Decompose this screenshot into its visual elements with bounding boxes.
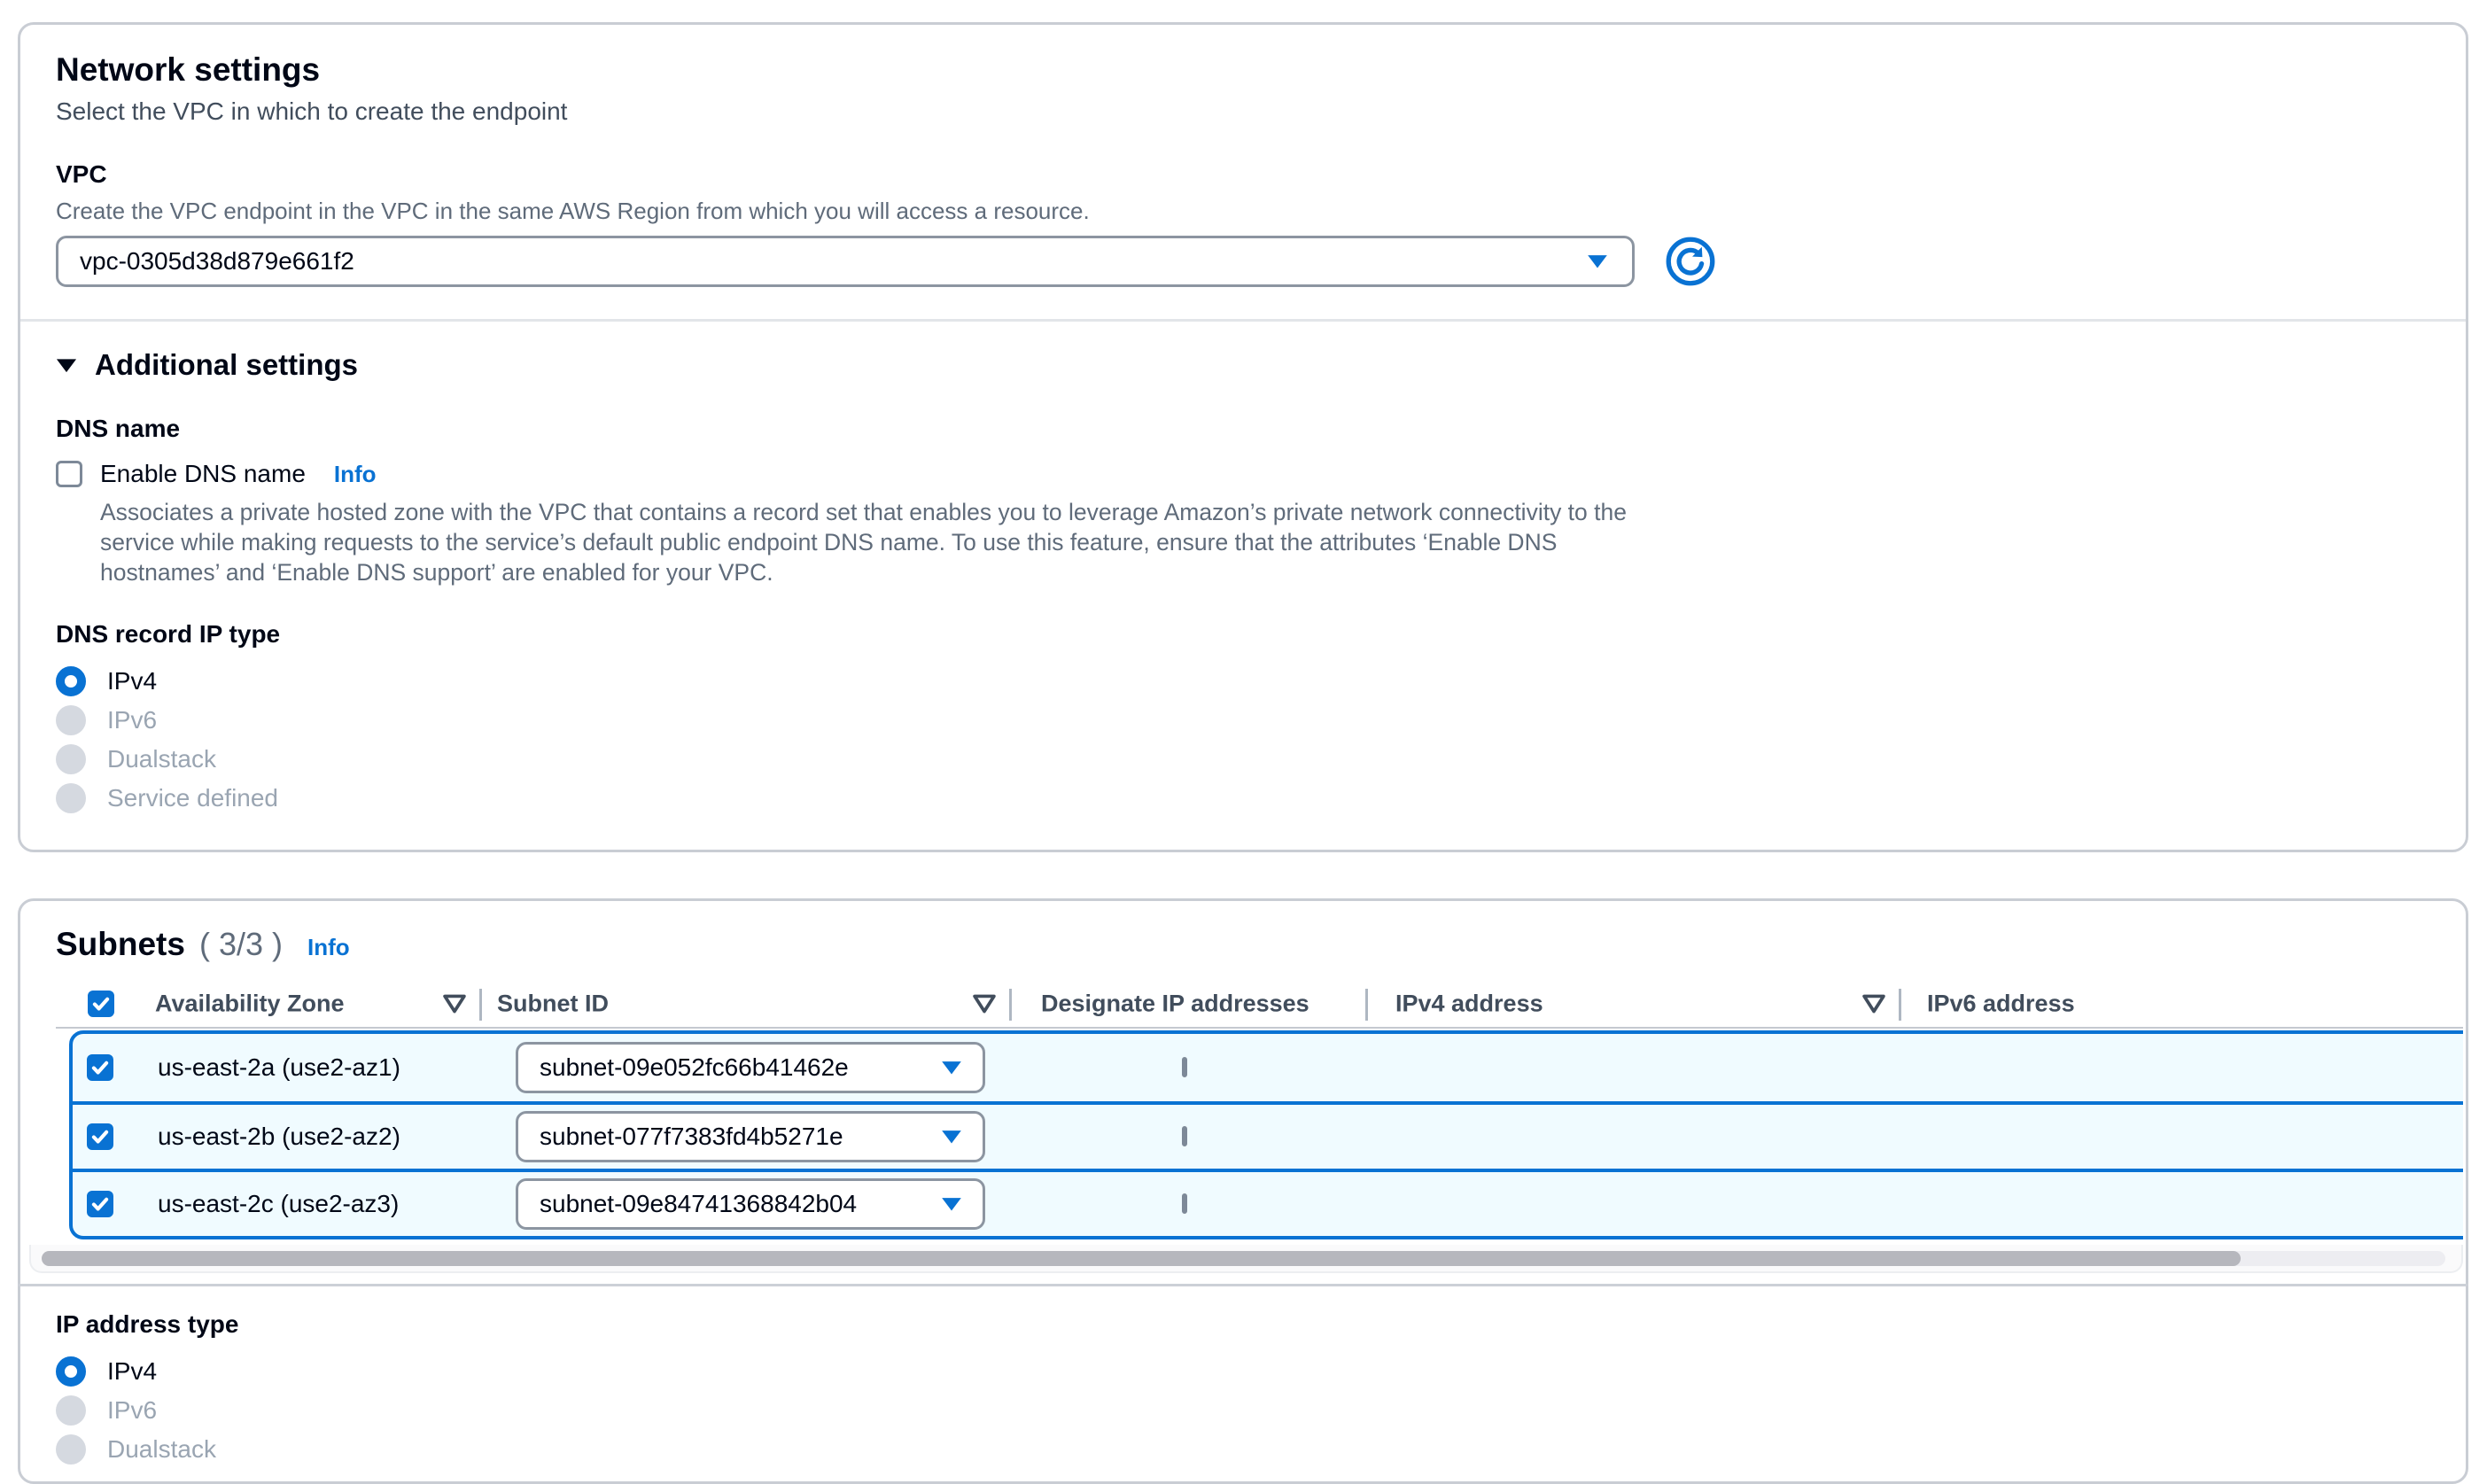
radio-row-ipv4: IPv4: [56, 1352, 2430, 1391]
col-designate-ip: Designate IP addresses: [1041, 991, 1309, 1018]
dns-name-info-link[interactable]: Info: [334, 461, 377, 488]
dns-name-description: Associates a private hosted zone with th…: [100, 497, 1642, 587]
vpc-select-row: vpc-0305d38d879e661f2: [56, 236, 2430, 287]
select-all-checkbox[interactable]: [88, 991, 114, 1017]
table-row: us-east-2b (use2-az2) subnet-077f7383fd4…: [73, 1101, 2463, 1169]
radio-ipv6: [56, 1395, 86, 1426]
radio-row-ipv6: IPv6: [56, 1391, 2430, 1430]
dns-record-ip-type-label: DNS record IP type: [56, 619, 2430, 649]
chevron-down-icon: [940, 1129, 963, 1145]
subnets-table-header: Availability Zone Subnet ID Designate IP…: [56, 981, 2463, 1029]
chevron-down-icon: [940, 1196, 963, 1212]
check-icon: [91, 1130, 109, 1145]
column-divider: [1365, 989, 1368, 1021]
filter-icon: [442, 992, 467, 1015]
column-divider: [1899, 989, 1901, 1021]
radio-row-service-defined: Service defined: [56, 779, 2430, 818]
radio-dualstack-label: Dualstack: [107, 1435, 216, 1464]
vpc-select[interactable]: vpc-0305d38d879e661f2: [56, 236, 1635, 287]
column-divider: [1009, 989, 1012, 1021]
radio-ipv4[interactable]: [56, 666, 86, 696]
availability-zone-value: us-east-2b (use2-az2): [158, 1123, 400, 1151]
subnet-id-select[interactable]: subnet-077f7383fd4b5271e: [516, 1111, 985, 1162]
ip-address-type-group: IPv4 IPv6 Dualstack: [56, 1352, 2430, 1469]
availability-zone-value: us-east-2a (use2-az1): [158, 1053, 400, 1082]
dns-name-label: DNS name: [56, 414, 2430, 444]
radio-dualstack: [56, 1434, 86, 1465]
radio-ipv4-label: IPv4: [107, 667, 157, 695]
radio-ipv4[interactable]: [56, 1356, 86, 1387]
chevron-down-icon: [1586, 253, 1609, 269]
column-divider: [479, 989, 482, 1021]
ip-address-type-label: IP address type: [56, 1309, 2430, 1340]
radio-ipv6-label: IPv6: [107, 1396, 157, 1425]
vpc-label: VPC: [56, 159, 2430, 190]
radio-ipv6-label: IPv6: [107, 706, 157, 734]
row-checkbox[interactable]: [87, 1123, 113, 1150]
scrollbar-track: [42, 1251, 2445, 1266]
section-divider: [20, 319, 2466, 322]
row-checkbox[interactable]: [87, 1054, 113, 1081]
filter-ipv4-address-button[interactable]: [1861, 991, 1888, 1016]
radio-service-defined: [56, 783, 86, 813]
filter-icon: [972, 992, 997, 1015]
subnet-id-select[interactable]: subnet-09e84741368842b04: [516, 1178, 985, 1230]
filter-icon: [1861, 992, 1886, 1015]
dns-record-ip-type-group: IPv4 IPv6 Dualstack Service defined: [56, 662, 2430, 818]
enable-dns-name-checkbox[interactable]: [56, 461, 82, 487]
radio-ipv4-label: IPv4: [107, 1357, 157, 1386]
subnet-id-select[interactable]: subnet-09e052fc66b41462e: [516, 1042, 985, 1093]
chevron-down-icon: [940, 1060, 963, 1076]
designate-ip-checkbox[interactable]: [1182, 1193, 1187, 1214]
enable-dns-name-label: Enable DNS name: [100, 460, 306, 488]
additional-settings-title: Additional settings: [95, 348, 358, 382]
radio-dualstack: [56, 744, 86, 774]
table-row: us-east-2a (use2-az1) subnet-09e052fc66b…: [73, 1034, 2463, 1101]
selected-rows-group: us-east-2a (use2-az1) subnet-09e052fc66b…: [69, 1030, 2463, 1239]
table-row: us-east-2c (use2-az3) subnet-09e84741368…: [73, 1169, 2463, 1236]
availability-zone-value: us-east-2c (use2-az3): [158, 1190, 399, 1218]
radio-dualstack-label: Dualstack: [107, 745, 216, 773]
check-icon: [92, 997, 110, 1012]
subnet-id-value: subnet-09e052fc66b41462e: [540, 1053, 849, 1082]
subnets-info-link[interactable]: Info: [307, 934, 350, 961]
col-ipv4-address: IPv4 address: [1395, 991, 1543, 1018]
vpc-select-value: vpc-0305d38d879e661f2: [80, 247, 354, 276]
caret-down-icon: [56, 358, 77, 373]
radio-service-defined-label: Service defined: [107, 784, 278, 812]
radio-row-dualstack: Dualstack: [56, 740, 2430, 779]
subnets-card: Subnets ( 3/3 ) Info Availability Zone S…: [18, 898, 2468, 1484]
col-ipv6-address: IPv6 address: [1927, 991, 2075, 1018]
refresh-icon: [1665, 236, 1716, 287]
col-availability-zone: Availability Zone: [155, 991, 345, 1018]
subnet-id-value: subnet-09e84741368842b04: [540, 1190, 857, 1218]
enable-dns-name-row: Enable DNS name Info: [56, 460, 2430, 488]
radio-row-ipv4: IPv4: [56, 662, 2430, 701]
network-settings-card: Network settings Select the VPC in which…: [18, 22, 2468, 852]
radio-row-dualstack: Dualstack: [56, 1430, 2430, 1469]
subnets-heading: Subnets ( 3/3 ) Info: [56, 924, 2430, 965]
row-checkbox[interactable]: [87, 1191, 113, 1217]
filter-subnet-id-button[interactable]: [972, 991, 999, 1016]
designate-ip-checkbox[interactable]: [1182, 1126, 1187, 1146]
designate-ip-checkbox[interactable]: [1182, 1057, 1187, 1077]
subnets-count: ( 3/3 ): [199, 926, 283, 963]
subnets-table: Availability Zone Subnet ID Designate IP…: [56, 981, 2463, 1239]
radio-row-ipv6: IPv6: [56, 701, 2430, 740]
horizontal-scrollbar-thumb[interactable]: [42, 1251, 2241, 1266]
vpc-description: Create the VPC endpoint in the VPC in th…: [56, 197, 2430, 225]
filter-availability-zone-button[interactable]: [442, 991, 469, 1016]
network-settings-title: Network settings: [56, 50, 2430, 90]
col-subnet-id: Subnet ID: [497, 991, 609, 1018]
network-settings-subtitle: Select the VPC in which to create the en…: [56, 96, 2430, 128]
radio-ipv6: [56, 705, 86, 735]
check-icon: [91, 1197, 109, 1212]
section-divider: [18, 1284, 2468, 1286]
additional-settings-expander[interactable]: Additional settings: [56, 348, 2430, 382]
horizontal-scrollbar-track[interactable]: [29, 1245, 2463, 1273]
refresh-button[interactable]: [1665, 236, 1716, 287]
subnets-title: Subnets: [56, 924, 185, 965]
check-icon: [91, 1061, 109, 1076]
subnet-id-value: subnet-077f7383fd4b5271e: [540, 1123, 843, 1151]
